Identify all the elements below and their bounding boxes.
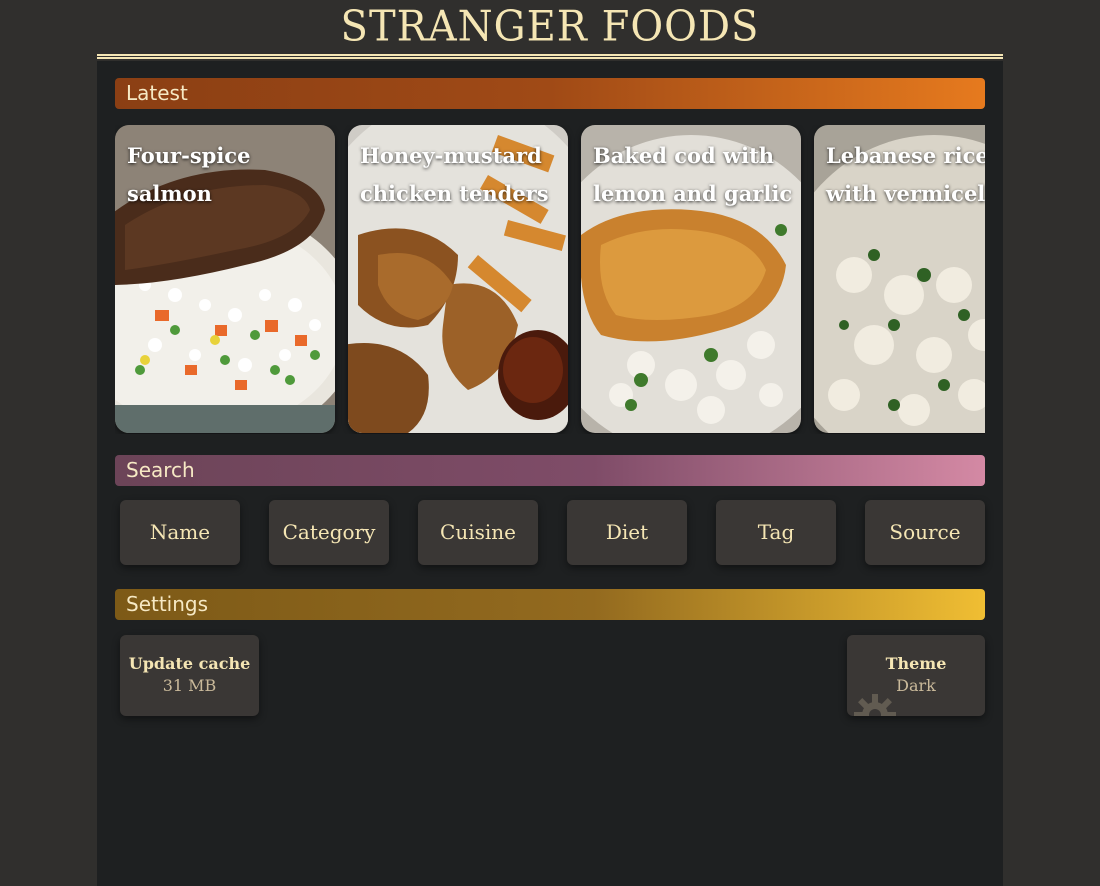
search-cuisine-button[interactable]: Cuisine <box>418 500 538 565</box>
search-source-button[interactable]: Source <box>865 500 985 565</box>
site-header: STRANGER FOODS <box>97 0 1003 60</box>
recipe-card-title: Baked cod with lemon and garlic <box>593 143 793 206</box>
update-cache-button[interactable]: Update cache 31 MB <box>120 635 259 716</box>
search-tag-button[interactable]: Tag <box>716 500 836 565</box>
recipe-card-title: Lebanese rice with vermicelli <box>826 143 985 206</box>
search-section-header: Search <box>115 455 985 486</box>
search-diet-button[interactable]: Diet <box>567 500 687 565</box>
search-name-button[interactable]: Name <box>120 500 240 565</box>
recipe-card-four-spice-salmon[interactable]: Four-spice salmon <box>115 125 335 433</box>
settings-section-header: Settings <box>115 589 985 620</box>
recipe-card-baked-cod-with-lemon-and-garlic[interactable]: Baked cod with lemon and garlic <box>581 125 801 433</box>
theme-label: Theme <box>885 654 947 673</box>
update-cache-label: Update cache <box>128 654 251 673</box>
header-divider <box>97 54 1003 59</box>
recipe-card-honey-mustard-chicken-tenders[interactable]: Honey-mustard chicken tenders <box>348 125 568 433</box>
site-title[interactable]: STRANGER FOODS <box>97 3 1003 51</box>
recipe-card-title: Four-spice salmon <box>127 143 251 206</box>
cache-size-value: 31 MB <box>162 676 217 695</box>
theme-value: Dark <box>896 676 936 695</box>
search-category-button[interactable]: Category <box>269 500 389 565</box>
recipe-card-title: Honey-mustard chicken tenders <box>360 143 549 206</box>
latest-carousel[interactable]: Four-spice salmon Honey-mustard chicken … <box>115 125 985 434</box>
recipe-card-lebanese-rice-with-vermicelli[interactable]: Lebanese rice with vermicelli <box>814 125 985 433</box>
latest-section-header: Latest <box>115 78 985 109</box>
theme-button[interactable]: Theme Dark <box>847 635 985 716</box>
main-content: Latest Four-spice salmon Honey-mustard c… <box>97 61 1003 886</box>
